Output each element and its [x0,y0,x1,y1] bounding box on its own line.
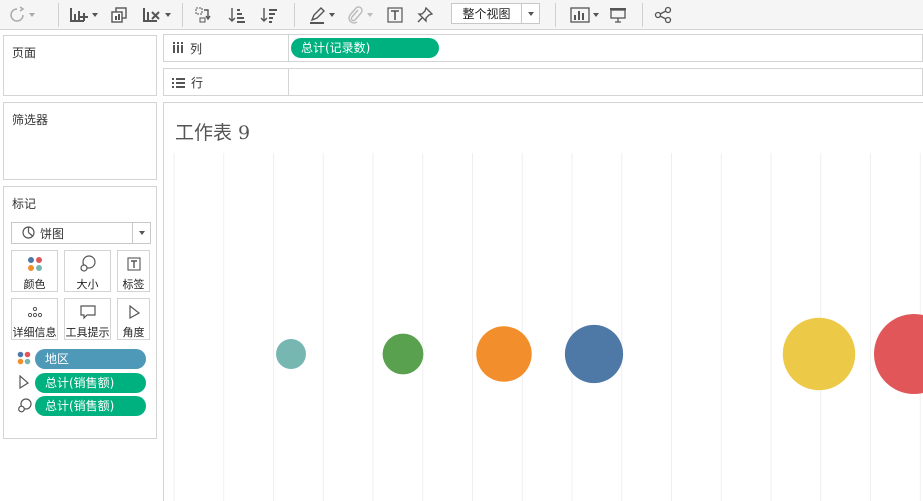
text-label-icon [386,6,404,24]
highlight-button[interactable] [304,4,338,26]
record-count-pill-label: 总计(记录数) [301,41,371,55]
pie-mark-5[interactable] [874,314,923,394]
sales-angle-pill[interactable]: 总计(销售额) [35,373,146,393]
angle-icon [16,374,32,390]
label-icon [118,255,149,273]
color-button-label: 颜色 [23,278,46,291]
tooltip-button-label: 工具提示 [65,326,110,339]
color-dots-icon [12,255,57,273]
pie-mark-4[interactable] [782,317,856,391]
pie-chart-icon [22,225,35,242]
new-worksheet-button[interactable] [66,4,100,26]
marks-panel: 标记 饼图 颜色 大小 标签 详细信息 工具提示 角度 地区 总计(销售额) 总… [3,186,157,439]
annotate-button[interactable] [342,4,376,26]
duplicate-icon [110,6,128,24]
sales-size-pill-label: 总计(销售额) [45,399,115,413]
show-me-icon [569,6,590,24]
label-button-label: 标签 [122,278,145,291]
region-color-pill[interactable]: 地区 [35,349,146,369]
pin-button[interactable] [414,4,436,26]
tooltip-icon [65,303,110,321]
show-me-button[interactable] [566,4,602,26]
chevron-down-icon [521,4,539,23]
share-icon [654,6,672,24]
size-button-label: 大小 [76,278,99,291]
filters-panel-title: 筛选器 [12,113,49,127]
pie-scatter-chart[interactable] [164,103,923,501]
rows-shelf-text: 行 [191,75,204,90]
record-count-pill[interactable]: 总计(记录数) [291,38,439,58]
share-button[interactable] [652,4,674,26]
clear-sheet-button[interactable] [138,4,174,26]
color-dots-icon [16,350,32,366]
pages-panel-title: 页面 [12,46,37,60]
rows-shelf-label: 行 [164,69,289,95]
presentation-mode-button[interactable] [606,4,630,26]
mark-type-value: 饼图 [40,226,65,241]
detail-button[interactable]: 详细信息 [11,298,58,340]
tooltip-button[interactable]: 工具提示 [64,298,111,340]
filters-panel[interactable]: 筛选器 [3,102,157,180]
marks-panel-title: 标记 [12,197,37,211]
paperclip-icon [346,6,364,24]
pages-panel[interactable]: 页面 [3,35,157,96]
angle-button[interactable]: 角度 [117,298,150,340]
region-color-pill-label: 地区 [45,352,70,366]
duplicate-button[interactable] [108,4,130,26]
mark-type-select[interactable]: 饼图 [11,222,151,244]
angle-button-label: 角度 [122,326,145,339]
redo-button[interactable] [6,4,36,26]
pie-mark-0[interactable] [276,339,306,369]
size-icon [65,255,110,273]
fit-select-value: 整个视图 [462,7,511,21]
pie-mark-1[interactable] [382,333,424,375]
chevron-down-icon [132,223,150,243]
worksheet-title: 工作表 9 [175,122,251,144]
rows-shelf[interactable]: 行 [163,68,923,96]
detail-icon [12,303,57,321]
size-icon [16,397,32,413]
columns-shelf[interactable]: 列 总计(记录数) [163,34,923,62]
toolbar: 整个视图 [0,0,923,30]
pie-mark-2[interactable] [476,326,532,382]
presentation-icon [609,6,627,24]
columns-icon [172,42,184,54]
sort-descending-icon [260,6,278,24]
clear-sheet-icon [142,6,162,24]
size-button[interactable]: 大小 [64,250,111,292]
sales-size-pill[interactable]: 总计(销售额) [35,396,146,416]
columns-shelf-label: 列 [164,35,289,61]
sort-ascending-button[interactable] [226,4,248,26]
redo-icon [8,6,26,24]
label-button[interactable]: 标签 [117,250,150,292]
columns-shelf-text: 列 [190,41,203,56]
sort-descending-button[interactable] [258,4,280,26]
swap-icon [194,6,212,24]
new-worksheet-icon [69,6,89,24]
angle-icon [118,303,149,321]
fit-select[interactable]: 整个视图 [451,3,540,24]
highlight-icon [308,6,326,24]
pin-icon [416,6,434,24]
sort-ascending-icon [228,6,246,24]
sales-angle-pill-label: 总计(销售额) [45,376,115,390]
rows-icon [172,77,185,88]
pie-mark-3[interactable] [564,324,624,384]
color-button[interactable]: 颜色 [11,250,58,292]
detail-button-label: 详细信息 [12,326,57,339]
swap-button[interactable] [192,4,214,26]
show-labels-button[interactable] [384,4,406,26]
worksheet-view[interactable]: 工作表 9 [163,102,923,501]
